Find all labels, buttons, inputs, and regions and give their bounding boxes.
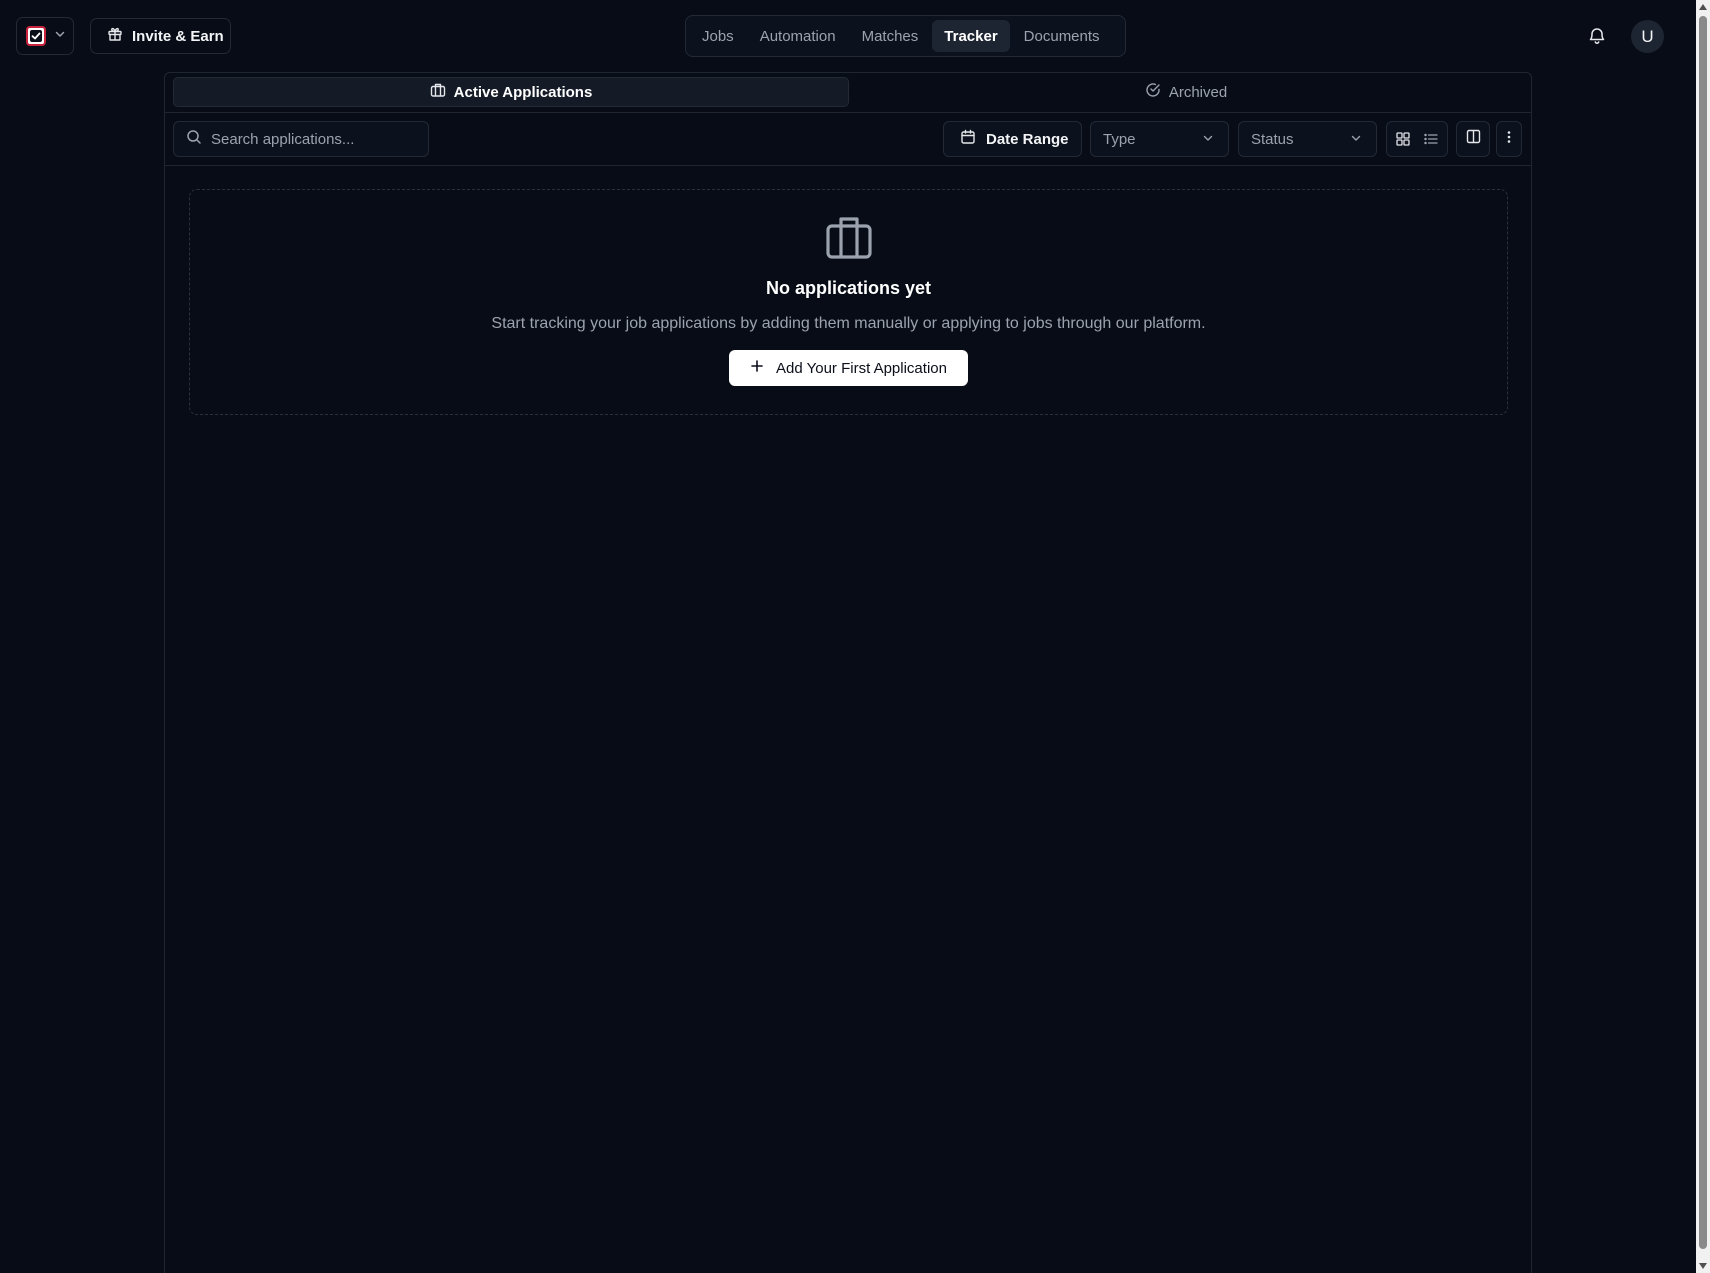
date-range-label: Date Range — [986, 130, 1069, 148]
add-first-application-button[interactable]: Add Your First Application — [729, 350, 968, 386]
calendar-icon — [960, 129, 976, 149]
plus-icon — [750, 359, 764, 377]
tab-active-applications[interactable]: Active Applications — [173, 77, 849, 107]
add-application-label: Add Your First Application — [776, 359, 947, 377]
columns-layout-button[interactable] — [1456, 121, 1490, 157]
list-view-icon[interactable] — [1419, 127, 1443, 151]
page-scrollbar[interactable] — [1696, 0, 1710, 1273]
avatar-initial: U — [1641, 26, 1654, 46]
filter-toolbar: Date Range Type Status — [165, 113, 1531, 165]
scroll-down-icon[interactable] — [1699, 1263, 1707, 1269]
scroll-thumb[interactable] — [1699, 16, 1707, 1249]
tab-label: Archived — [1168, 83, 1228, 101]
search-icon — [186, 129, 202, 150]
chevron-down-icon — [1202, 131, 1214, 148]
main-nav: Jobs Automation Matches Tracker Document… — [685, 15, 1126, 57]
grid-view-icon[interactable] — [1391, 127, 1415, 151]
applications-panel: Active Applications Archived Search appl… — [164, 72, 1532, 1273]
empty-state: No applications yet Start tracking your … — [189, 189, 1508, 415]
columns-icon — [1466, 129, 1481, 149]
scroll-up-icon[interactable] — [1699, 4, 1707, 10]
application-tabs: Active Applications Archived — [173, 77, 1523, 107]
status-select[interactable]: Status — [1238, 121, 1377, 157]
check-circle-icon — [1145, 82, 1161, 102]
search-input[interactable] — [211, 130, 411, 148]
briefcase-icon — [430, 82, 446, 102]
empty-state-description: Start tracking your job applications by … — [491, 315, 1206, 332]
nav-jobs[interactable]: Jobs — [690, 20, 746, 52]
gift-icon — [107, 26, 123, 46]
nav-tracker[interactable]: Tracker — [932, 20, 1010, 52]
status-select-label: Status — [1251, 130, 1294, 148]
type-select-label: Type — [1103, 130, 1136, 148]
invite-earn-button[interactable]: Invite & Earn — [90, 18, 231, 54]
more-vertical-icon — [1507, 130, 1511, 149]
divider — [165, 165, 1531, 166]
type-select[interactable]: Type — [1090, 121, 1229, 157]
tab-archived[interactable]: Archived — [849, 77, 1523, 107]
view-toggle-group — [1386, 121, 1448, 157]
user-avatar[interactable]: U — [1631, 20, 1664, 53]
tab-label: Active Applications — [453, 83, 593, 101]
workspace-switcher[interactable] — [16, 17, 74, 55]
nav-matches[interactable]: Matches — [850, 20, 931, 52]
top-header: Invite & Earn Jobs Automation Matches Tr… — [0, 0, 1696, 72]
bell-icon[interactable] — [1587, 26, 1607, 46]
nav-documents[interactable]: Documents — [1012, 20, 1112, 52]
chevron-down-icon — [1350, 131, 1362, 148]
invite-earn-label: Invite & Earn — [132, 27, 224, 45]
chevron-down-icon — [54, 27, 66, 45]
empty-state-title: No applications yet — [765, 278, 932, 298]
search-box — [173, 121, 429, 157]
nav-automation[interactable]: Automation — [748, 20, 848, 52]
date-range-button[interactable]: Date Range — [943, 121, 1082, 157]
tracker-page: Invite & Earn Jobs Automation Matches Tr… — [0, 0, 1710, 1273]
checkbox-logo-icon — [26, 26, 46, 46]
briefcase-icon — [825, 216, 872, 260]
more-options-button[interactable] — [1496, 121, 1522, 157]
